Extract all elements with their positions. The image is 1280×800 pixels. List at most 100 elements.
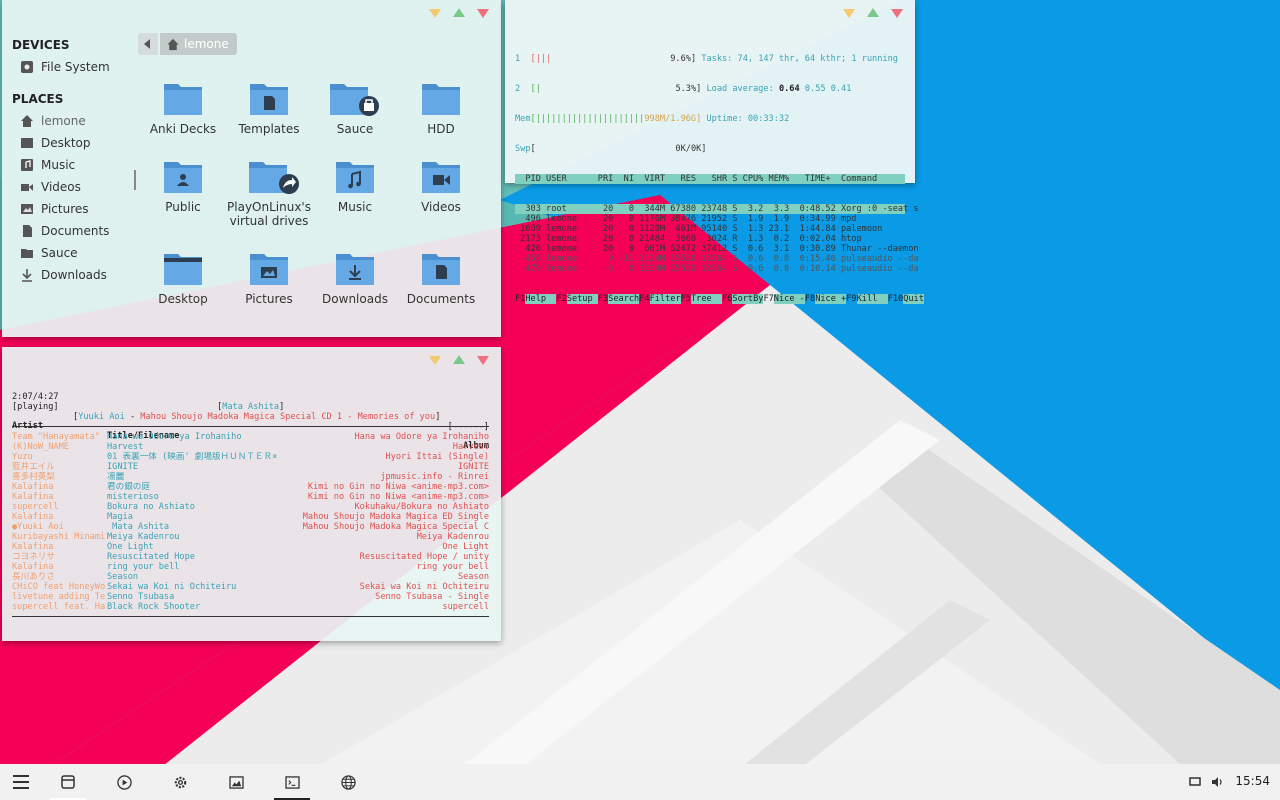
folder-item[interactable]: Videos xyxy=(396,158,486,214)
media-player-icon xyxy=(116,774,132,790)
function-key[interactable]: F10Quit xyxy=(888,294,924,304)
htop-terminal-window[interactable]: 1 [||| 9.6%] Tasks: 74, 147 thr, 64 kthr… xyxy=(505,0,924,304)
function-key[interactable]: F8Nice + xyxy=(805,294,847,304)
function-key[interactable]: F6SortBy xyxy=(722,294,764,304)
sidebar-item-documents[interactable]: Documents xyxy=(2,220,132,242)
taskbar-media-player[interactable] xyxy=(106,764,142,800)
process-row[interactable]: 479 lemone -6 0 1124M 15520 12264 S 0.6 … xyxy=(515,264,924,274)
track-row[interactable]: Yuzu 01 表裏一体 (映画' 劇場版ＨＵＮＴＥＲ× Hyori Ittai (… xyxy=(12,452,489,462)
taskbar-settings[interactable] xyxy=(162,764,198,800)
process-row[interactable]: 303 root 20 0 344M 67380 23748 S 3.2 3.3… xyxy=(515,204,919,214)
process-row[interactable]: 426 lemone 20 0 601M 62472 37412 S 0.6 3… xyxy=(515,244,924,254)
sidebar-item-music[interactable]: Music xyxy=(2,154,132,176)
function-key[interactable]: F4Filter xyxy=(639,294,681,304)
process-row[interactable]: 2173 lemone 20 0 21484 3660 3024 R 1.3 0… xyxy=(515,234,924,244)
track-row[interactable]: Kalafina 君の銀の庭 Kimi no Gin no Niwa <anime-… xyxy=(12,482,489,492)
sidebar-resize-handle[interactable] xyxy=(134,170,136,190)
track-row[interactable]: Kalafina ring your bell ring your bell xyxy=(12,562,489,572)
folder-item[interactable]: Downloads xyxy=(310,250,400,306)
maximize-button[interactable] xyxy=(453,8,465,17)
file-manager-window[interactable]: DEVICES File System PLACES lemone Deskto… xyxy=(2,0,501,337)
function-key[interactable]: F3Search xyxy=(598,294,640,304)
folder-item[interactable]: Pictures xyxy=(224,250,314,306)
close-button[interactable] xyxy=(477,356,489,365)
track-row[interactable]: supercell feat. Ha Black Rock Shooter supe… xyxy=(12,602,489,612)
close-button[interactable] xyxy=(891,9,903,18)
maximize-button[interactable] xyxy=(453,355,465,364)
function-key[interactable]: F1Help xyxy=(515,294,557,304)
function-key[interactable]: F7Nice - xyxy=(763,294,805,304)
function-key[interactable]: F5Tree xyxy=(681,294,723,304)
sidebar-item-file-system[interactable]: File System xyxy=(2,56,132,78)
taskbar-file-manager[interactable] xyxy=(50,764,86,800)
tray-volume[interactable] xyxy=(1200,764,1234,800)
back-button[interactable] xyxy=(138,33,158,55)
folder-item[interactable]: HDD xyxy=(396,80,486,136)
taskbar-terminal[interactable] xyxy=(274,764,310,800)
folder-item[interactable]: Anki Decks xyxy=(138,80,228,136)
track-album: supercell xyxy=(442,602,489,612)
app-menu-button[interactable] xyxy=(3,764,39,800)
sidebar-item-label: Desktop xyxy=(41,136,91,150)
music-folder-icon xyxy=(336,162,374,193)
taskbar-web-browser[interactable] xyxy=(330,764,366,800)
function-key[interactable]: F2Setup xyxy=(556,294,598,304)
sidebar-item-home[interactable]: lemone xyxy=(2,110,132,132)
folder-item[interactable]: Documents xyxy=(396,250,486,306)
track-row[interactable]: (K)NoW_NAME Harvest Harvest xyxy=(12,442,489,452)
track-row[interactable]: Team "Hanayamata" Hana wa Odore ya Irohan… xyxy=(12,432,489,442)
minimize-button[interactable] xyxy=(429,9,441,18)
track-row[interactable]: Kalafina One Light One Light xyxy=(12,542,489,552)
path-button-home[interactable]: lemone xyxy=(160,33,237,55)
maximize-button[interactable] xyxy=(867,8,879,17)
track-row[interactable]: Kalafina misterioso Kimi no Gin no Niwa <a… xyxy=(12,492,489,502)
sidebar-item-pictures[interactable]: Pictures xyxy=(2,198,132,220)
track-title: Magia xyxy=(107,512,133,522)
sidebar-item-videos[interactable]: Videos xyxy=(2,176,132,198)
minimize-button[interactable] xyxy=(843,9,855,18)
close-button[interactable] xyxy=(477,9,489,18)
folder-item[interactable]: Desktop xyxy=(138,250,228,306)
track-row[interactable]: 長川ありさ Season Season xyxy=(12,572,489,582)
folder-item[interactable]: Music xyxy=(310,158,400,214)
taskbar-image-viewer[interactable] xyxy=(218,764,254,800)
sidebar-places-heading: PLACES xyxy=(12,92,64,106)
cmus-music-player-window[interactable]: 2:07/4:27 [Mata Ashita] [playing] [Yuuki… xyxy=(2,347,501,641)
track-title: Mata Ashita xyxy=(107,522,170,532)
track-row[interactable]: supercell Bokura no Ashiato Kokuhaku/Bokur… xyxy=(12,502,489,512)
process-row[interactable]: 1609 lemone 20 0 1120M 461M 95140 S 1.3 … xyxy=(515,224,924,234)
process-table-header[interactable]: PID USER PRI NI VIRT RES SHR S CPU% MEM%… xyxy=(515,174,905,184)
track-row[interactable]: 喜多村英梨 凛麗 jpmusic.info - Rinrei xyxy=(12,472,489,482)
footer-divider xyxy=(12,616,489,617)
track-artist: livetune adding Te xyxy=(12,592,106,602)
track-title: Hana wa Odore ya Irohaniho xyxy=(107,432,242,442)
track-title: Resuscitated Hope xyxy=(107,552,195,562)
folder-item[interactable]: Sauce xyxy=(310,80,400,136)
htop-output: 1 [||| 9.6%] Tasks: 74, 147 thr, 64 kthr… xyxy=(515,34,924,324)
track-row[interactable]: CHiCO feat HoneyWo Sekai wa Koi ni Ochite… xyxy=(12,582,489,592)
folder-item[interactable]: PlayOnLinux's virtual drives xyxy=(224,158,314,228)
sidebar-item-downloads[interactable]: Downloads xyxy=(2,264,132,286)
cpu1-meter: 1 [||| 9.6%] Tasks: 74, 147 thr, 64 kthr… xyxy=(515,54,898,64)
files-icon xyxy=(61,775,75,789)
minimize-button[interactable] xyxy=(429,356,441,365)
track-row[interactable]: Kuribayashi Minami Meiya Kadenrou Meiya Ka… xyxy=(12,532,489,542)
track-row[interactable]: ●Yuuki Aoi Mata Ashita Mahou Shoujo Madok… xyxy=(12,522,489,532)
function-key-label: Search xyxy=(608,294,640,304)
track-album: Sekai wa Koi ni Ochiteiru xyxy=(359,582,489,592)
sidebar-item-desktop[interactable]: Desktop xyxy=(2,132,132,154)
folder-item[interactable]: Templates xyxy=(224,80,314,136)
track-row[interactable]: コヨネリサ Resuscitated Hope Resuscitated Hope … xyxy=(12,552,489,562)
process-row[interactable]: 455 lemone 9 -11 1124M 15520 12264 S 0.6… xyxy=(515,254,924,264)
track-artist: Yuzu xyxy=(12,452,33,462)
function-key[interactable]: F9Kill xyxy=(846,294,888,304)
track-row[interactable]: 藍井エイル IGNITE IGNITE xyxy=(12,462,489,472)
track-row[interactable]: Kalafina Magia Mahou Shoujo Madoka Magica … xyxy=(12,512,489,522)
folder-item[interactable]: Public xyxy=(138,158,228,214)
track-artist: Kalafina xyxy=(12,492,54,502)
clock[interactable]: 15:54 xyxy=(1235,774,1270,788)
track-row[interactable]: livetune adding Te Senno Tsubasa Senno Tsu… xyxy=(12,592,489,602)
sidebar-item-sauce[interactable]: Sauce xyxy=(2,242,132,264)
sidebar-devices-heading: DEVICES xyxy=(12,38,70,52)
process-row[interactable]: 496 lemone 20 0 1176M 38476 21952 S 1.9 … xyxy=(515,214,924,224)
